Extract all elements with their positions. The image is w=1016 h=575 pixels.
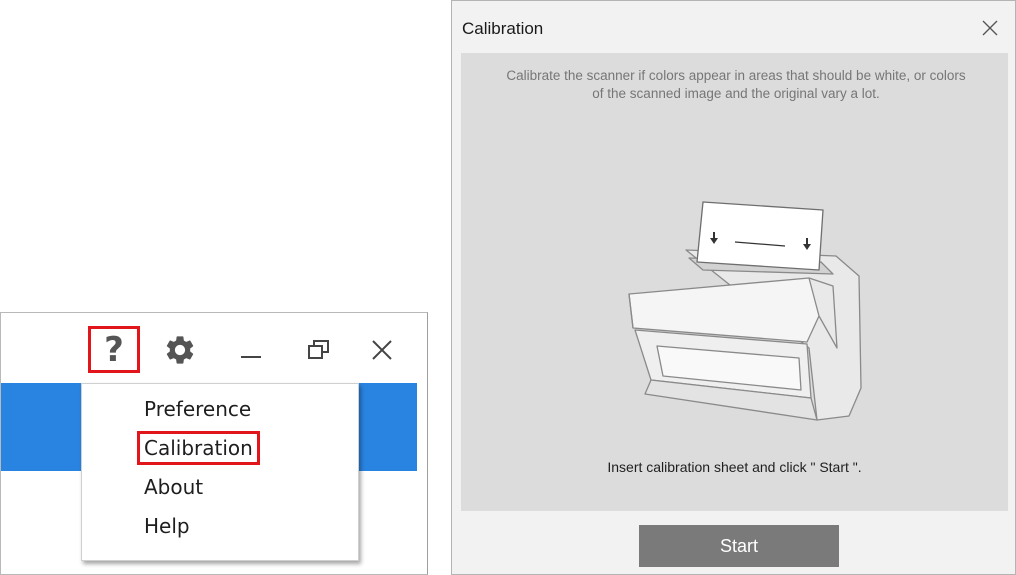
dialog-content-panel: Calibrate the scanner if colors appear i… [461,53,1008,511]
dialog-close-button[interactable] [979,17,1001,39]
app-window: ? Preference Calibration About Help [0,312,428,575]
menu-item-about[interactable]: About [140,470,207,504]
minimize-icon [241,356,261,358]
help-menu: Preference Calibration About Help [81,383,359,561]
menu-item-preference[interactable]: Preference [140,392,255,426]
start-button[interactable]: Start [639,525,839,567]
help-icon: ? [104,329,124,370]
title-bar: ? [1,313,427,389]
calibration-description: Calibrate the scanner if colors appear i… [506,68,966,101]
menu-item-calibration[interactable]: Calibration [137,431,260,465]
help-button[interactable]: ? [88,326,140,373]
scanner-illustration [628,201,862,421]
close-icon [982,20,998,36]
calibration-instruction: Insert calibration sheet and click " Sta… [607,459,862,475]
close-icon [372,340,392,360]
close-button[interactable] [363,331,401,369]
restore-icon [308,340,329,359]
menu-item-help[interactable]: Help [140,509,194,543]
dialog-title: Calibration [462,19,544,38]
settings-button[interactable] [161,331,199,369]
gear-icon [166,336,194,364]
restore-button[interactable] [301,331,337,369]
minimize-button[interactable] [233,331,269,369]
calibration-dialog: Calibration Calibrate the scanner if col… [451,0,1016,575]
